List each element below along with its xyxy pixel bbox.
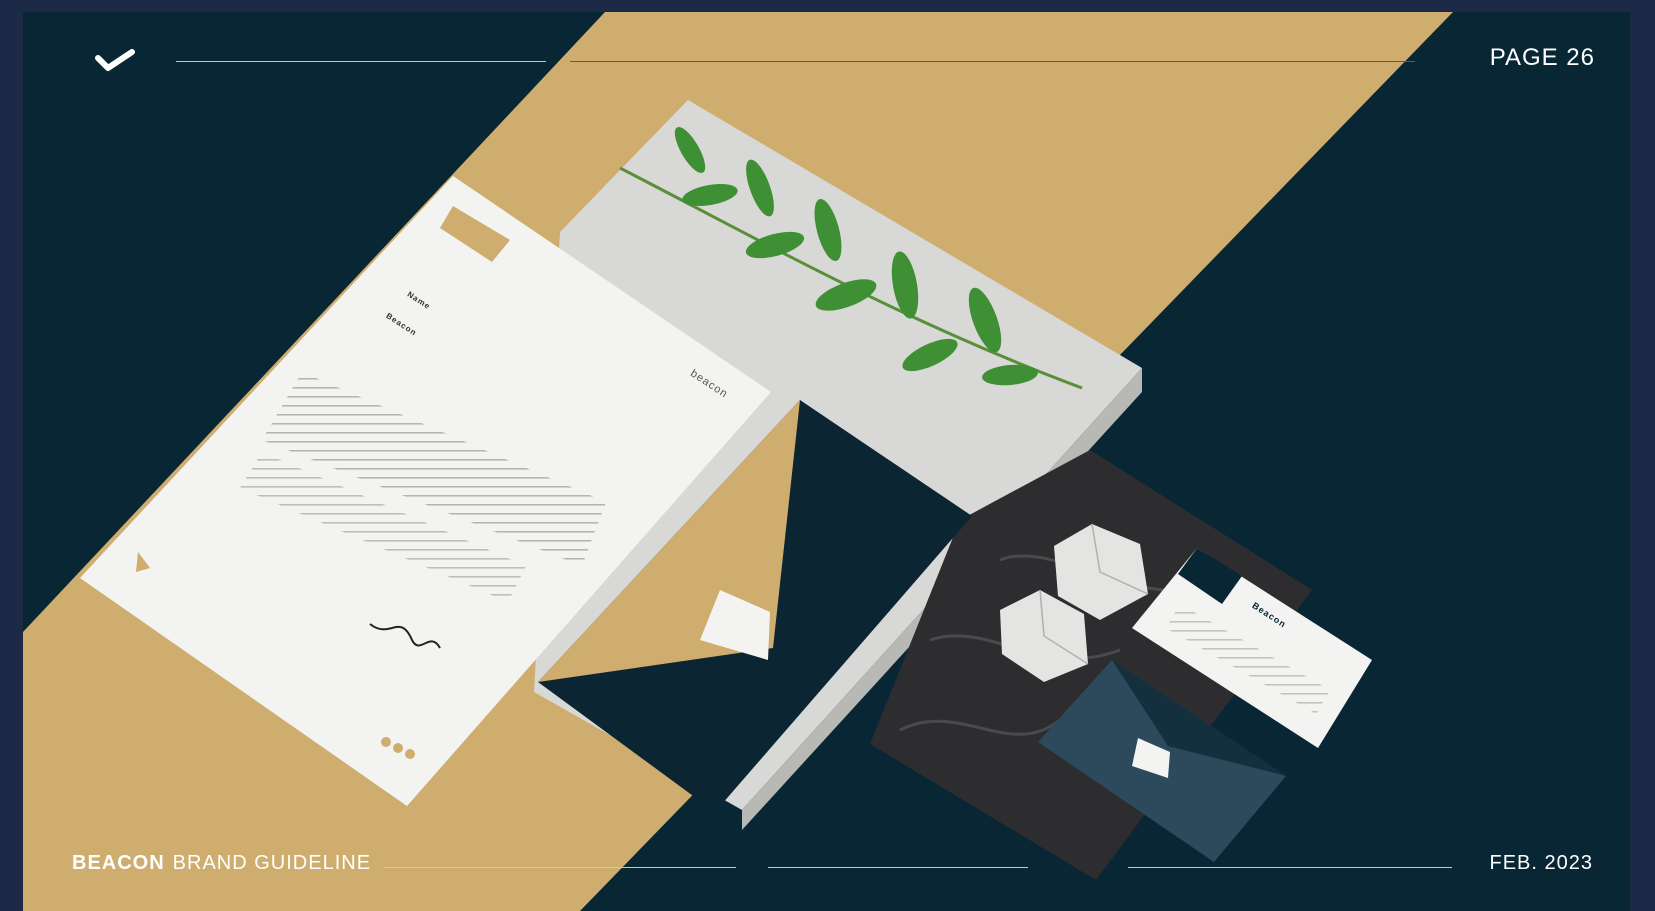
header-rule-left	[176, 61, 546, 62]
footer-rule-1	[384, 867, 736, 868]
footer-date: FEB. 2023	[1489, 852, 1593, 874]
footer-brand-title: BEACON BRAND GUIDELINE	[72, 852, 371, 875]
footer-brand-rest: BRAND GUIDELINE	[172, 852, 372, 874]
footer-rule-2	[768, 867, 1028, 868]
stationery-mockup-scene	[0, 0, 1655, 911]
brand-guideline-page: PAGE 26 BEACON BRAND GUIDELINE FEB. 2023 …	[0, 0, 1655, 911]
footer-rule-3	[1128, 867, 1452, 868]
footer-brand-bold: BEACON	[72, 852, 165, 874]
page-number: PAGE 26	[1489, 44, 1595, 71]
check-mark-icon	[95, 49, 135, 71]
header-rule-right	[570, 61, 1415, 62]
